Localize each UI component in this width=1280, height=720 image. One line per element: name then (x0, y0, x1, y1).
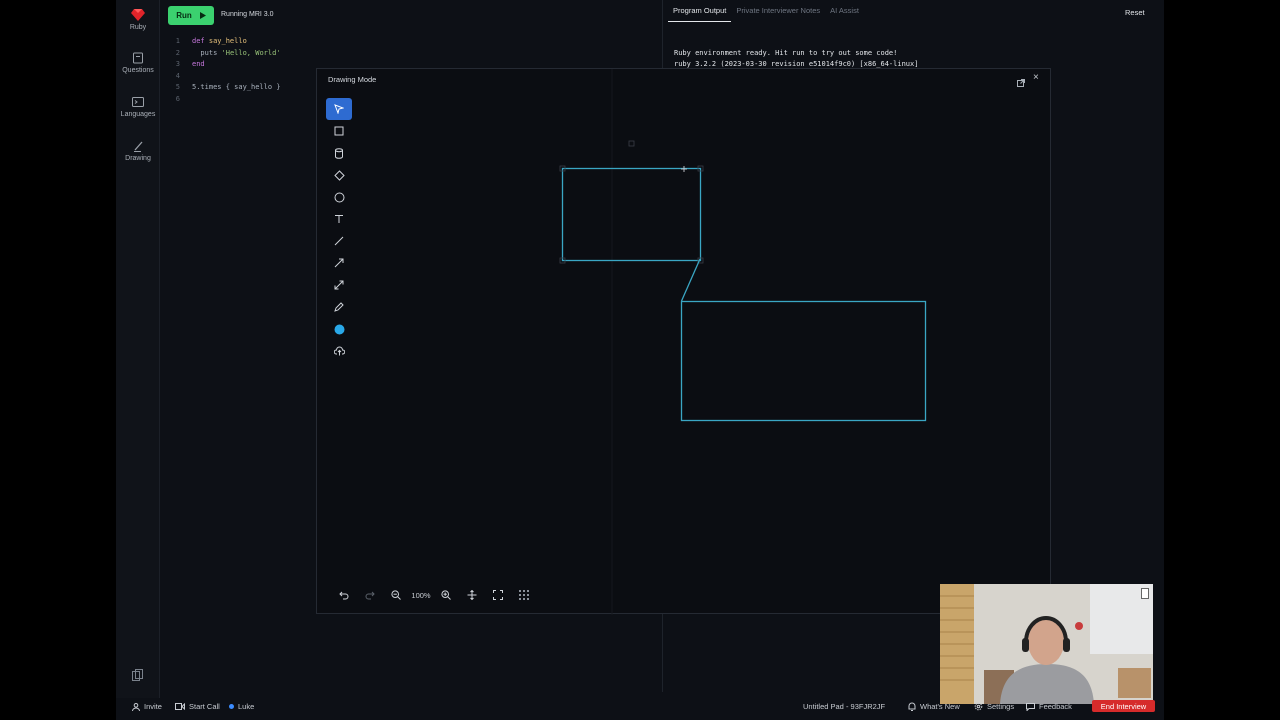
reset-button[interactable]: Reset (1125, 8, 1145, 17)
sidebar-item-label: Languages (120, 111, 156, 118)
play-icon (199, 12, 206, 19)
code-line: 5 5.times { say_hello } (175, 83, 281, 92)
bell-icon (908, 702, 916, 711)
feedback-label: Feedback (1039, 702, 1072, 711)
pencil-icon (134, 141, 143, 152)
ellipse-tool-icon[interactable] (326, 186, 352, 208)
app-window: Ruby Questions Languages Drawing Run Run… (116, 0, 1164, 720)
copy-icon[interactable] (132, 668, 143, 686)
drawing-toolbar (326, 98, 352, 362)
gear-icon (974, 702, 983, 711)
pan-icon[interactable] (459, 587, 485, 603)
upload-tool-icon[interactable] (326, 340, 352, 362)
start-call-button[interactable]: Start Call (175, 702, 220, 711)
text-tool-icon[interactable] (326, 208, 352, 230)
invite-button[interactable]: Invite (132, 702, 162, 711)
rectangle-shape[interactable] (561, 167, 702, 262)
settings-button[interactable]: Settings (974, 702, 1014, 711)
online-dot-icon (229, 704, 234, 709)
user-label: Luke (238, 702, 255, 711)
sidebar-item-ruby[interactable]: Ruby (116, 8, 160, 31)
terminal-icon (132, 97, 144, 107)
sidebar-item-drawing[interactable]: Drawing (116, 140, 160, 162)
selection-handles[interactable] (559, 140, 704, 264)
user-presence: Luke (229, 702, 254, 711)
code-line: 1 def say_hello (175, 37, 247, 45)
output-line: Ruby environment ready. Hit run to try o… (674, 49, 898, 57)
drawing-canvas[interactable] (317, 69, 1052, 615)
tab-ai-assist[interactable]: AI Assist (825, 5, 864, 22)
code-line: 2 puts 'Hello, World' (175, 48, 281, 57)
move-cursor-icon (681, 166, 687, 172)
zoom-out-icon[interactable] (383, 587, 409, 603)
invite-label: Invite (144, 702, 162, 711)
whats-new-label: What's New (920, 702, 960, 711)
left-rail: Ruby Questions Languages Drawing (116, 0, 160, 698)
footer-bar: Invite Start Call Luke Untitled Pad - 93… (116, 698, 1164, 716)
drawing-modal: Drawing Mode × 100% (316, 68, 1052, 615)
code-line: 6 (175, 94, 180, 103)
sidebar-item-label: Questions (122, 67, 154, 74)
code-line: 3 end (175, 60, 205, 69)
connector-tool-icon[interactable] (326, 274, 352, 296)
pen-tool-icon[interactable] (326, 296, 352, 318)
color-picker-icon[interactable] (326, 318, 352, 340)
cylinder-tool-icon[interactable] (326, 142, 352, 164)
tab-program-output[interactable]: Program Output (668, 5, 732, 22)
grid-icon[interactable] (511, 587, 537, 603)
sidebar-item-label: Drawing (125, 155, 151, 162)
run-label: Run (176, 11, 192, 20)
pointer-tool-icon[interactable] (326, 98, 352, 120)
whats-new-button[interactable]: What's New (908, 702, 960, 711)
code-editor[interactable]: 1 def say_hello 2 puts 'Hello, World' 3 en… (166, 36, 281, 106)
runtime-label: Running MRI 3.0 (221, 11, 274, 18)
video-camera-icon (175, 703, 185, 710)
start-call-label: Start Call (189, 702, 220, 711)
feedback-button[interactable]: Feedback (1026, 702, 1072, 711)
canvas-controls: 100% (331, 587, 537, 603)
pip-icon[interactable] (1141, 588, 1149, 599)
sidebar-item-label: Ruby (129, 24, 147, 31)
code-line: 4 (175, 71, 180, 80)
rectangle-shape[interactable] (680, 300, 927, 422)
rectangle-tool-icon[interactable] (326, 120, 352, 142)
chat-icon (1026, 702, 1035, 711)
output-tabs: Program Output Private Interviewer Notes… (668, 5, 864, 22)
questions-icon (133, 52, 143, 64)
zoom-level: 100% (411, 590, 431, 600)
program-output: Ruby environment ready. Hit run to try o… (674, 48, 918, 69)
settings-label: Settings (987, 702, 1015, 711)
ruby-icon (131, 9, 145, 21)
zoom-in-icon[interactable] (433, 587, 459, 603)
sidebar-item-languages[interactable]: Languages (116, 96, 160, 118)
arrow-tool-icon[interactable] (326, 252, 352, 274)
pad-name[interactable]: Untitled Pad - 93FJR2JF (803, 702, 885, 711)
redo-icon[interactable] (357, 587, 383, 603)
sidebar-item-questions[interactable]: Questions (116, 52, 160, 74)
line-tool-icon[interactable] (326, 230, 352, 252)
webcam-video (940, 584, 1153, 704)
fit-screen-icon[interactable] (485, 587, 511, 603)
diamond-tool-icon[interactable] (326, 164, 352, 186)
connector-line[interactable] (680, 258, 701, 302)
end-interview-button[interactable]: End Interview (1092, 700, 1155, 712)
run-button[interactable]: Run (168, 6, 214, 25)
tab-private-notes[interactable]: Private Interviewer Notes (731, 5, 825, 22)
webcam-image (940, 584, 1153, 704)
person-icon (132, 702, 140, 711)
undo-icon[interactable] (331, 587, 357, 603)
